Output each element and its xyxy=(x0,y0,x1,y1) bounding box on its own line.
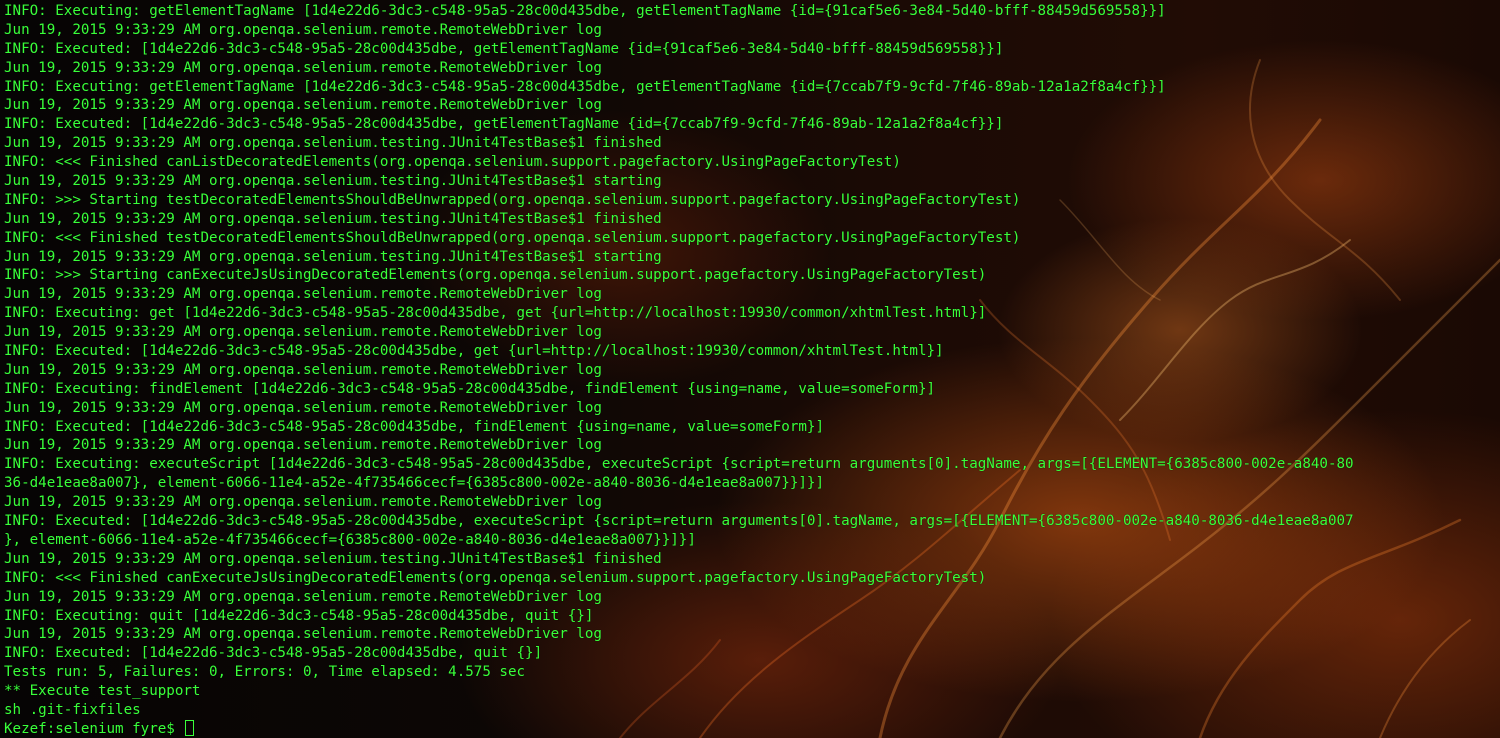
text-cursor xyxy=(185,719,195,736)
terminal-line: INFO: Executing: getElementTagName [1d4e… xyxy=(4,3,1166,19)
terminal-line: Jun 19, 2015 9:33:29 AM org.openqa.selen… xyxy=(4,97,602,114)
terminal-line: Jun 19, 2015 9:33:29 AM org.openqa.selen… xyxy=(4,361,602,378)
terminal-line: Jun 19, 2015 9:33:29 AM org.openqa.selen… xyxy=(4,588,602,605)
terminal-line: Jun 19, 2015 9:33:29 AM org.openqa.selen… xyxy=(4,173,662,190)
terminal-line: Jun 19, 2015 9:33:29 AM org.openqa.selen… xyxy=(4,210,662,227)
terminal-line: INFO: Executing: executeScript [1d4e22d6… xyxy=(4,456,1354,473)
terminal-line: }, element-6066-11e4-a52e-4f735466cecf={… xyxy=(4,531,696,548)
terminal-window[interactable]: INFO: Executing: getElementTagName [1d4e… xyxy=(0,0,1500,738)
terminal-line: INFO: Executing: get [1d4e22d6-3dc3-c548… xyxy=(4,305,987,322)
terminal-line: 36-d4e1eae8a007}, element-6066-11e4-a52e… xyxy=(4,475,824,492)
terminal-line: INFO: >>> Starting testDecoratedElements… xyxy=(4,191,1021,208)
shell-prompt-line[interactable]: Kezef:selenium fyre$ xyxy=(4,719,1498,738)
terminal-line: sh .git-fixfiles xyxy=(4,701,141,718)
terminal-line: Tests run: 5, Failures: 0, Errors: 0, Ti… xyxy=(4,664,526,681)
terminal-line: INFO: >>> Starting canExecuteJsUsingDeco… xyxy=(4,267,987,284)
terminal-line: Jun 19, 2015 9:33:29 AM org.openqa.selen… xyxy=(4,135,662,152)
terminal-line: INFO: Executing: getElementTagName [1d4e… xyxy=(4,78,1166,95)
terminal-line: INFO: <<< Finished canListDecoratedEleme… xyxy=(4,154,901,171)
terminal-line: Jun 19, 2015 9:33:29 AM org.openqa.selen… xyxy=(4,286,602,303)
terminal-line: Jun 19, 2015 9:33:29 AM org.openqa.selen… xyxy=(4,21,602,38)
terminal-line: INFO: Executed: [1d4e22d6-3dc3-c548-95a5… xyxy=(4,513,1354,530)
terminal-line: INFO: Executed: [1d4e22d6-3dc3-c548-95a5… xyxy=(4,343,944,360)
terminal-line: INFO: Executed: [1d4e22d6-3dc3-c548-95a5… xyxy=(4,40,1004,57)
terminal-output: INFO: Executing: getElementTagName [1d4e… xyxy=(4,2,1498,738)
terminal-line: INFO: Executed: [1d4e22d6-3dc3-c548-95a5… xyxy=(4,418,824,435)
terminal-line: INFO: Executed: [1d4e22d6-3dc3-c548-95a5… xyxy=(4,645,543,662)
terminal-line: INFO: Executing: quit [1d4e22d6-3dc3-c54… xyxy=(4,607,594,624)
shell-prompt: Kezef:selenium fyre$ xyxy=(4,720,184,737)
terminal-line: Jun 19, 2015 9:33:29 AM org.openqa.selen… xyxy=(4,399,602,416)
terminal-line: Jun 19, 2015 9:33:29 AM org.openqa.selen… xyxy=(4,626,602,643)
terminal-line: Jun 19, 2015 9:33:29 AM org.openqa.selen… xyxy=(4,437,602,454)
terminal-line: Jun 19, 2015 9:33:29 AM org.openqa.selen… xyxy=(4,494,602,511)
terminal-line: Jun 19, 2015 9:33:29 AM org.openqa.selen… xyxy=(4,324,602,341)
terminal-line: INFO: Executing: findElement [1d4e22d6-3… xyxy=(4,380,936,397)
terminal-line: INFO: Executed: [1d4e22d6-3dc3-c548-95a5… xyxy=(4,116,1004,133)
terminal-line: Jun 19, 2015 9:33:29 AM org.openqa.selen… xyxy=(4,550,662,567)
terminal-line: Jun 19, 2015 9:33:29 AM org.openqa.selen… xyxy=(4,248,662,265)
terminal-line: ** Execute test_support xyxy=(4,683,201,700)
terminal-line: INFO: <<< Finished testDecoratedElements… xyxy=(4,229,1021,246)
terminal-line: INFO: <<< Finished canExecuteJsUsingDeco… xyxy=(4,569,987,586)
terminal-line: Jun 19, 2015 9:33:29 AM org.openqa.selen… xyxy=(4,59,602,76)
